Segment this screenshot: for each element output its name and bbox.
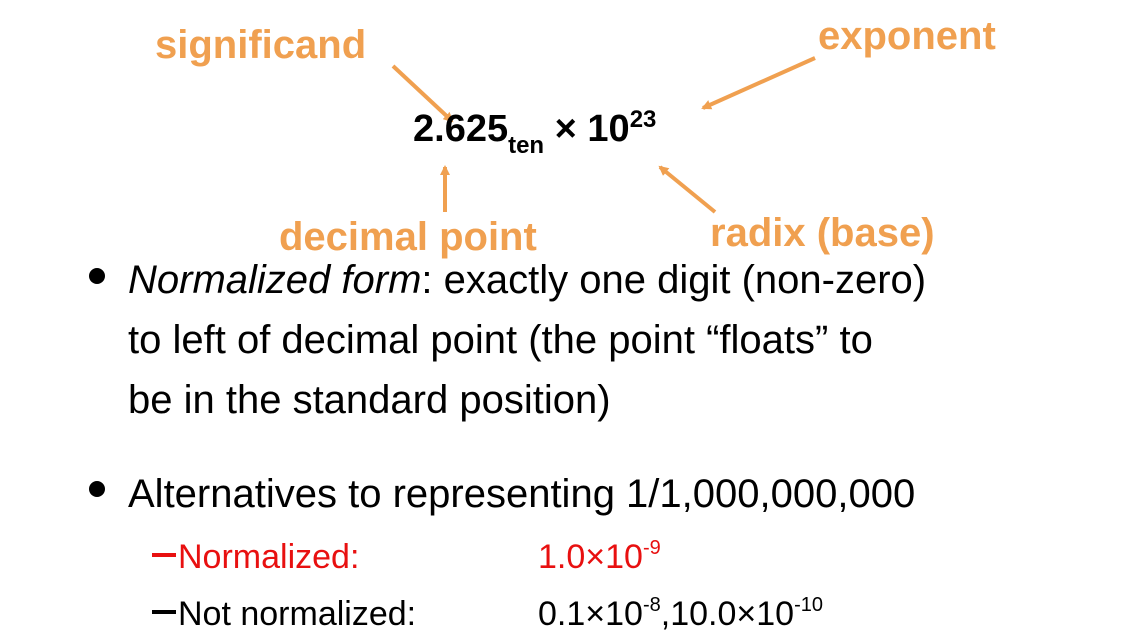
bullet-line: Normalized form: exactly one digit (non-… (128, 258, 927, 302)
scientific-notation-equation: 2.625ten × 1023 (413, 108, 656, 158)
exponent-value: 23 (629, 106, 657, 133)
exponent-label: exponent (818, 14, 996, 58)
exponent-arrow (701, 56, 816, 110)
bullet-marker (89, 481, 105, 497)
bullet-alternatives: Alternatives to representing 1/1,000,000… (128, 472, 916, 516)
radix-arrow (658, 165, 717, 214)
alt-value: 1.0×10-9 (538, 537, 661, 576)
term-normalized-form: Normalized form (128, 258, 422, 302)
dash-marker (152, 610, 176, 615)
times-ten: × 10 (554, 108, 630, 150)
radix-label: radix (base) (710, 211, 935, 255)
alt-label: Normalized: (178, 538, 360, 576)
mantissa: 2.625 (413, 108, 509, 150)
alt-value: 0.1×10-8,10.0×10-10 (538, 594, 823, 633)
alt-not-normalized-row: Not normalized: 0.1×10-8,10.0×10-10 (152, 594, 952, 633)
bullet-line: to left of decimal point (the point “flo… (128, 318, 873, 362)
alt-normalized-row: Normalized: 1.0×10-9 (152, 537, 852, 576)
base-subscript: ten (508, 132, 545, 159)
bullet-marker (89, 268, 105, 284)
bullet-normalized-form: Normalized form: exactly one digit (non-… (128, 250, 926, 430)
significand-label: significand (155, 23, 367, 67)
bullet-line: be in the standard position) (128, 378, 611, 422)
dash-marker (152, 553, 176, 558)
alt-label: Not normalized: (178, 595, 417, 633)
